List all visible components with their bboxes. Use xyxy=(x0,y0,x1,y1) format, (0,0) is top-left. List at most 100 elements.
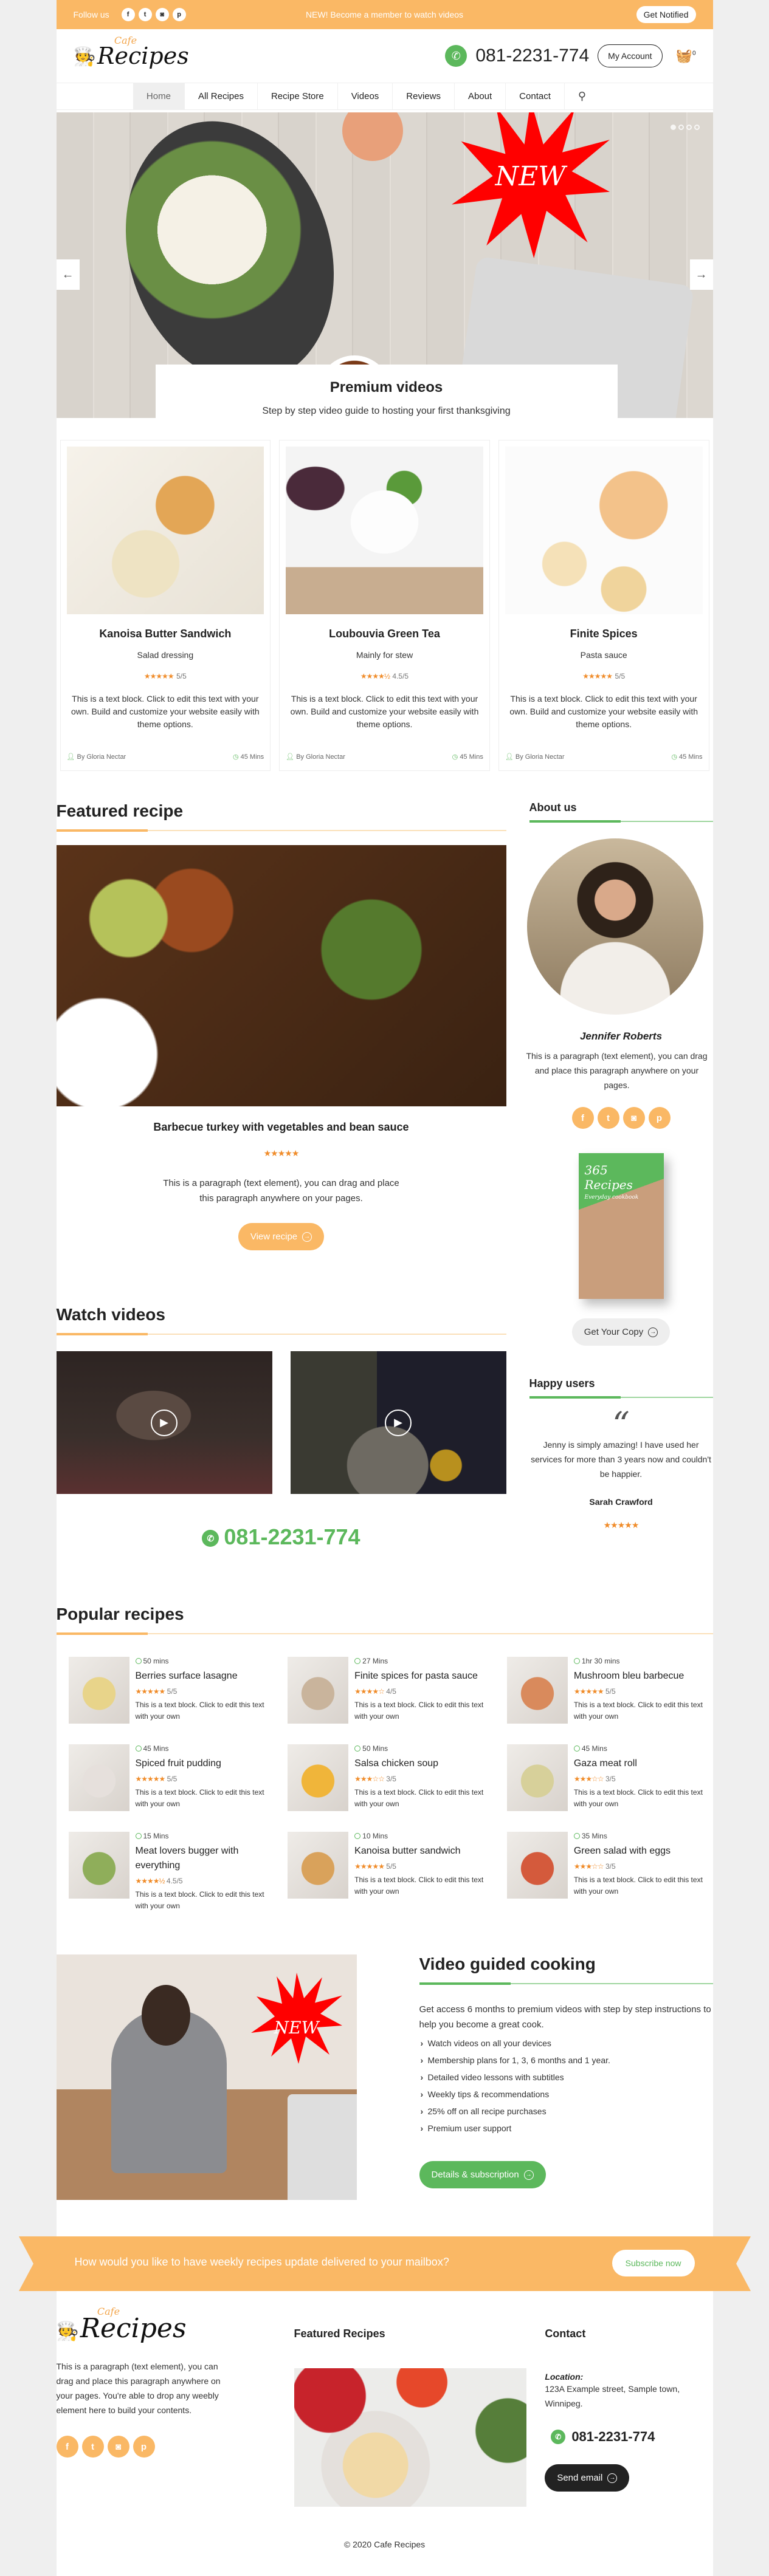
clock-icon xyxy=(573,1658,580,1664)
header-phone[interactable]: 081-2231-774 xyxy=(475,46,589,66)
nav-contact[interactable]: Contact xyxy=(506,83,565,109)
footer-featured-image[interactable] xyxy=(294,2368,527,2507)
popular-recipe-item[interactable]: 1hr 30 mins Mushroom bleu barbecue ★★★★★ 5… xyxy=(506,1657,713,1724)
facebook-icon[interactable]: f xyxy=(571,1107,594,1129)
footer-phone[interactable]: ✆ 081-2231-774 xyxy=(551,2429,712,2445)
popular-recipe-item[interactable]: 15 Mins Meat lovers bugger with everythin… xyxy=(68,1832,275,1912)
view-recipe-button[interactable]: View recipe → xyxy=(238,1223,325,1250)
get-your-copy-button[interactable]: Get Your Copy → xyxy=(571,1318,671,1346)
popular-recipe-item[interactable]: 45 Mins Spiced fruit pudding ★★★★★ 5/5 This… xyxy=(68,1744,275,1811)
popular-recipe-item[interactable]: 50 mins Berries surface lasagne ★★★★★ 5/5 T… xyxy=(68,1657,275,1724)
popular-heading: Popular recipes xyxy=(56,1605,184,1623)
popular-recipe-thumb[interactable] xyxy=(288,1657,349,1724)
recipe-card[interactable]: Finite Spices Pasta sauce ★★★★★ 5/5 This… xyxy=(498,440,709,771)
popular-recipe-text: This is a text block. Click to edit this… xyxy=(135,1701,264,1721)
popular-recipe-name[interactable]: Mushroom bleu barbecue xyxy=(574,1669,713,1684)
nav-recipe-store[interactable]: Recipe Store xyxy=(258,83,338,109)
popular-recipe-thumb[interactable] xyxy=(506,1832,568,1899)
twitter-icon[interactable]: t xyxy=(81,2436,104,2458)
get-notified-button[interactable]: Get Notified xyxy=(636,6,696,23)
recipe-card-image[interactable] xyxy=(286,447,483,614)
recipe-card[interactable]: Loubouvia Green Tea Mainly for stew ★★★★… xyxy=(279,440,490,771)
popular-recipe-thumb[interactable] xyxy=(68,1832,129,1899)
video-thumbnail[interactable]: ▶ xyxy=(56,1351,272,1494)
video-thumbnail[interactable]: ▶ xyxy=(290,1351,506,1494)
heading-underline xyxy=(56,1632,713,1635)
facebook-icon[interactable]: f xyxy=(121,8,135,21)
recipe-card-title[interactable]: Finite Spices xyxy=(505,628,703,640)
popular-recipe-item[interactable]: 10 Mins Kanoisa butter sandwich ★★★★★ 5/5 T… xyxy=(288,1832,494,1912)
popular-recipe-name[interactable]: Finite spices for pasta sauce xyxy=(354,1669,494,1684)
nav-about[interactable]: About xyxy=(455,83,506,109)
popular-recipe-text: This is a text block. Click to edit this… xyxy=(573,1701,703,1721)
about-social-links: f t ◙ p xyxy=(529,1107,713,1129)
popular-recipe-item[interactable]: 45 Mins Gaza meat roll ★★★☆☆ 3/5 This is a … xyxy=(506,1744,713,1811)
facebook-icon[interactable]: f xyxy=(56,2436,78,2458)
instagram-icon[interactable]: ◙ xyxy=(622,1107,645,1129)
slider-dot[interactable] xyxy=(686,125,692,130)
slider-dot[interactable] xyxy=(678,125,684,130)
slider-dot[interactable] xyxy=(670,125,676,130)
recipe-card-image[interactable] xyxy=(505,447,703,614)
twitter-icon[interactable]: t xyxy=(597,1107,619,1129)
popular-recipe-text: This is a text block. Click to edit this… xyxy=(354,1788,484,1808)
site-logo[interactable]: 🧑‍🍳 Cafe Recipes xyxy=(74,36,189,68)
nav-reviews[interactable]: Reviews xyxy=(393,83,455,109)
benefits-list: Watch videos on all your devices Members… xyxy=(419,2035,713,2137)
popular-recipe-item[interactable]: 27 Mins Finite spices for pasta sauce ★★★★… xyxy=(288,1657,494,1724)
nav-home[interactable]: Home xyxy=(133,83,185,109)
star-rating: ★★★★☆ xyxy=(354,1687,385,1696)
book-title: 365 Recipes xyxy=(584,1163,633,1192)
popular-recipe-thumb[interactable] xyxy=(68,1657,129,1724)
popular-recipe-name[interactable]: Salsa chicken soup xyxy=(354,1756,494,1771)
nav-videos[interactable]: Videos xyxy=(338,83,393,109)
popular-recipe-text: This is a text block. Click to edit this… xyxy=(135,1788,264,1808)
slider-dot[interactable] xyxy=(694,125,700,130)
popular-recipe-item[interactable]: 35 Mins Green salad with eggs ★★★☆☆ 3/5 Thi… xyxy=(506,1832,713,1912)
arrow-circle-icon: → xyxy=(523,2170,534,2180)
pinterest-icon[interactable]: p xyxy=(133,2436,155,2458)
twitter-icon[interactable]: t xyxy=(138,8,152,21)
my-account-button[interactable]: My Account xyxy=(598,44,663,67)
featured-recipe-title[interactable]: Barbecue turkey with vegetables and bean… xyxy=(57,1121,506,1134)
site-footer: 🧑‍🍳 Cafe Recipes This is a paragraph (te… xyxy=(56,2303,713,2507)
details-subscription-button[interactable]: Details & subscription → xyxy=(419,2161,546,2188)
recipe-card-image[interactable] xyxy=(66,447,264,614)
footer-social-links: f t ◙ p xyxy=(56,2436,227,2458)
cart-button[interactable]: 🧺0 xyxy=(676,48,696,64)
popular-recipe-thumb[interactable] xyxy=(68,1744,129,1811)
subscribe-now-button[interactable]: Subscribe now xyxy=(612,2250,695,2276)
popular-recipe-name[interactable]: Green salad with eggs xyxy=(574,1844,713,1858)
popular-recipe-thumb[interactable] xyxy=(288,1744,349,1811)
slider-next-button[interactable]: → xyxy=(689,259,713,290)
newsletter-ribbon: How would you like to have weekly recipe… xyxy=(18,2236,751,2291)
pinterest-icon[interactable]: p xyxy=(172,8,186,21)
featured-recipe-image[interactable] xyxy=(56,845,506,1106)
send-email-button[interactable]: Send email → xyxy=(545,2464,630,2492)
popular-recipe-name[interactable]: Meat lovers bugger with everything xyxy=(136,1844,275,1873)
recipe-card[interactable]: Kanoisa Butter Sandwich Salad dressing ★… xyxy=(60,440,271,771)
nav-all-recipes[interactable]: All Recipes xyxy=(185,83,258,109)
main-nav: Home All Recipes Recipe Store Videos Rev… xyxy=(56,83,713,110)
popular-recipe-item[interactable]: 50 Mins Salsa chicken soup ★★★☆☆ 3/5 This i… xyxy=(288,1744,494,1811)
popular-recipe-thumb[interactable] xyxy=(506,1744,568,1811)
play-icon[interactable]: ▶ xyxy=(151,1409,178,1436)
footer-logo[interactable]: 🧑‍🍳 Cafe Recipes xyxy=(57,2307,227,2342)
popular-recipe-name[interactable]: Berries surface lasagne xyxy=(136,1669,275,1684)
slider-prev-button[interactable]: ← xyxy=(56,259,80,290)
instagram-icon[interactable]: ◙ xyxy=(155,8,169,21)
popular-recipe-text: This is a text block. Click to edit this… xyxy=(573,1788,703,1808)
search-icon[interactable]: ⚲ xyxy=(565,83,599,109)
play-icon[interactable]: ▶ xyxy=(385,1409,412,1436)
popular-recipe-thumb[interactable] xyxy=(506,1657,568,1724)
popular-recipe-name[interactable]: Kanoisa butter sandwich xyxy=(354,1844,494,1858)
popular-recipe-name[interactable]: Spiced fruit pudding xyxy=(136,1756,275,1771)
cookbook-cover[interactable]: 365 Recipes Everyday cookbook xyxy=(578,1153,664,1299)
large-phone-number[interactable]: ✆ 081-2231-774 xyxy=(57,1524,506,1550)
pinterest-icon[interactable]: p xyxy=(648,1107,671,1129)
popular-recipe-thumb[interactable] xyxy=(288,1832,349,1899)
instagram-icon[interactable]: ◙ xyxy=(107,2436,129,2458)
recipe-card-title[interactable]: Kanoisa Butter Sandwich xyxy=(67,628,264,640)
recipe-card-title[interactable]: Loubouvia Green Tea xyxy=(286,628,483,640)
popular-recipe-name[interactable]: Gaza meat roll xyxy=(574,1756,713,1771)
